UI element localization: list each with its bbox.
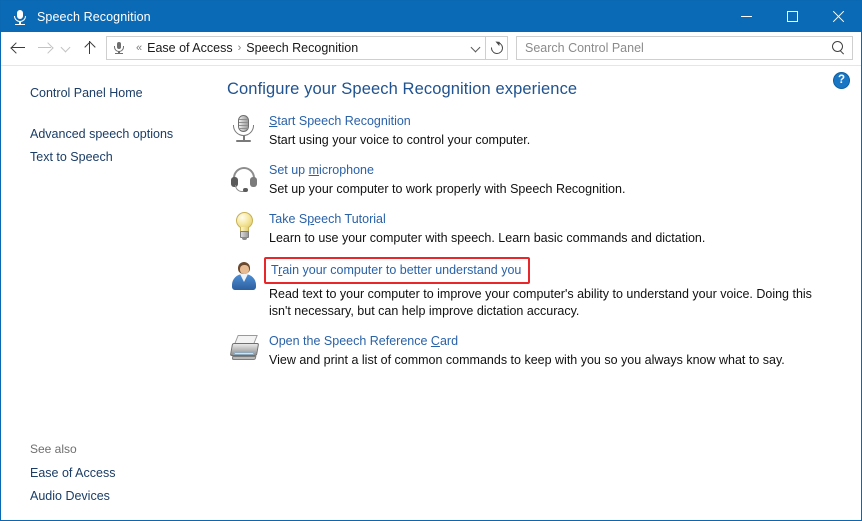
headset-icon <box>227 160 261 196</box>
maximize-icon <box>786 11 798 22</box>
sidebar-item-advanced-speech-options[interactable]: Advanced speech options <box>1 123 207 146</box>
title-bar: Speech Recognition <box>1 1 861 32</box>
breadcrumb[interactable]: « Ease of Access › Speech Recognition <box>106 35 486 60</box>
close-icon <box>832 10 845 23</box>
task-body: Start Speech Recognition Start using you… <box>269 111 843 149</box>
task-item-train-your-computer: Train your computer to better understand… <box>227 257 843 320</box>
task-description: Read text to your computer to improve yo… <box>269 287 812 318</box>
breadcrumb-prefix: « <box>136 41 143 54</box>
microphone-icon <box>227 111 261 147</box>
task-item-take-speech-tutorial: Take Speech Tutorial Learn to use your c… <box>227 209 843 247</box>
window-controls <box>723 1 861 32</box>
help-question-icon[interactable]: ? <box>833 72 850 89</box>
link-take-speech-tutorial[interactable]: Take Speech Tutorial <box>269 211 386 228</box>
task-description: Learn to use your computer with speech. … <box>269 231 706 245</box>
refresh-button[interactable] <box>486 35 508 60</box>
arrow-right-icon <box>36 39 53 56</box>
sidebar-item-text-to-speech[interactable]: Text to Speech <box>1 146 207 169</box>
link-train-your-computer[interactable]: Train your computer to better understand… <box>271 262 521 279</box>
microphone-icon <box>111 40 127 56</box>
person-icon <box>227 258 261 294</box>
task-item-start-speech-recognition: Start Speech Recognition Start using you… <box>227 111 843 149</box>
see-also-title: See also <box>30 442 77 456</box>
close-button[interactable] <box>815 1 861 32</box>
content-area: Control Panel Home Advanced speech optio… <box>1 65 861 520</box>
see-also-item-ease-of-access[interactable]: Ease of Access <box>1 462 207 485</box>
task-link-wrap: Take Speech Tutorial <box>269 210 843 228</box>
link-set-up-microphone[interactable]: Set up microphone <box>269 162 374 179</box>
recent-locations-button[interactable] <box>57 35 76 61</box>
search-icon <box>832 40 846 55</box>
arrow-left-icon <box>10 39 27 56</box>
task-description: Set up your computer to work properly wi… <box>269 182 626 196</box>
minimize-icon <box>740 16 752 17</box>
breadcrumb-item-ease-of-access[interactable]: Ease of Access <box>147 41 232 55</box>
forward-button[interactable] <box>31 35 57 61</box>
lightbulb-icon <box>227 209 261 245</box>
refresh-icon <box>488 39 505 56</box>
sidebar: Control Panel Home Advanced speech optio… <box>1 66 207 520</box>
speech-recognition-window: Speech Recognition « Ease of Access › Sp… <box>0 0 862 521</box>
task-link-wrap: Open the Speech Reference Card <box>269 332 843 350</box>
breadcrumb-dropdown-button[interactable] <box>467 42 485 53</box>
window-title: Speech Recognition <box>37 9 151 24</box>
link-start-speech-recognition[interactable]: Start Speech Recognition <box>269 113 411 130</box>
main-panel: ? Configure your Speech Recognition expe… <box>207 66 861 520</box>
see-also-section: See also Ease of Access Audio Devices <box>1 439 207 508</box>
search-placeholder: Search Control Panel <box>525 40 644 55</box>
microphone-icon <box>12 9 28 25</box>
page-title: Configure your Speech Recognition experi… <box>227 80 578 98</box>
breadcrumb-item-speech-recognition[interactable]: Speech Recognition <box>246 41 358 55</box>
task-item-open-speech-reference-card: Open the Speech Reference Card View and … <box>227 331 843 369</box>
task-list: Start Speech Recognition Start using you… <box>225 111 843 369</box>
maximize-button[interactable] <box>769 1 815 32</box>
task-description: View and print a list of common commands… <box>269 353 785 367</box>
task-description: Start using your voice to control your c… <box>269 133 531 147</box>
arrow-up-icon <box>81 39 98 56</box>
minimize-button[interactable] <box>723 1 769 32</box>
task-body: Train your computer to better understand… <box>264 257 843 320</box>
task-item-set-up-microphone: Set up microphone Set up your computer t… <box>227 160 843 198</box>
task-body: Set up microphone Set up your computer t… <box>269 160 843 198</box>
up-button[interactable] <box>76 35 102 61</box>
link-open-speech-reference-card[interactable]: Open the Speech Reference Card <box>269 333 458 350</box>
back-button[interactable] <box>5 35 31 61</box>
printer-icon <box>227 331 261 367</box>
see-also-item-audio-devices[interactable]: Audio Devices <box>1 485 207 508</box>
task-body: Take Speech Tutorial Learn to use your c… <box>269 209 843 247</box>
chevron-down-icon <box>61 42 72 53</box>
task-link-wrap: Start Speech Recognition <box>269 112 843 130</box>
highlight-box: Train your computer to better understand… <box>264 257 531 284</box>
sidebar-item-control-panel-home[interactable]: Control Panel Home <box>1 82 207 105</box>
task-link-wrap: Set up microphone <box>269 161 843 179</box>
search-input[interactable]: Search Control Panel <box>516 35 853 60</box>
address-bar: « Ease of Access › Speech Recognition Se… <box>1 32 861 64</box>
breadcrumb-separator: › <box>237 41 242 54</box>
task-body: Open the Speech Reference Card View and … <box>269 331 843 369</box>
chevron-down-icon <box>471 42 482 53</box>
